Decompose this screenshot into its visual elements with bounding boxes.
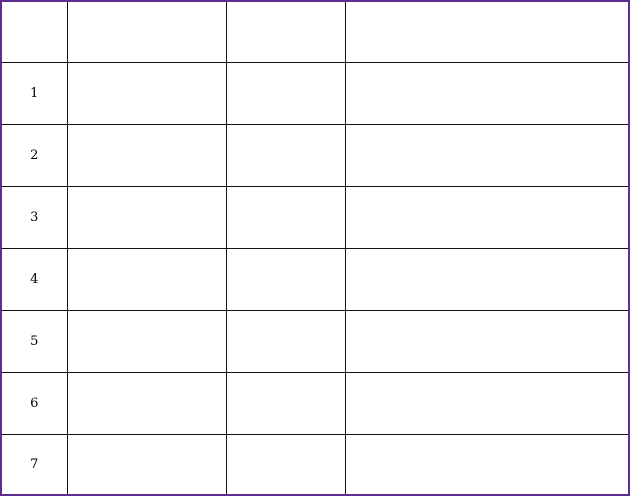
row-status xyxy=(225,434,346,494)
row-status xyxy=(225,248,346,311)
checklist-table: 1 2 3 4 5 6 7 xyxy=(2,2,628,494)
table-row: 4 xyxy=(2,248,628,311)
row-remark xyxy=(344,186,628,249)
row-remark xyxy=(344,372,628,435)
row-remark xyxy=(344,62,628,125)
row-item-name xyxy=(66,310,227,373)
row-remark xyxy=(344,310,628,373)
table-row: 1 xyxy=(2,62,628,125)
header-no xyxy=(2,2,68,63)
row-remark xyxy=(344,434,628,494)
row-number: 7 xyxy=(2,434,68,494)
table-row: 6 xyxy=(2,372,628,435)
row-remark xyxy=(344,124,628,187)
row-status xyxy=(225,186,346,249)
table-row: 2 xyxy=(2,124,628,187)
row-status xyxy=(225,124,346,187)
row-number: 6 xyxy=(2,372,68,435)
table-row: 7 xyxy=(2,434,628,494)
row-status xyxy=(225,372,346,435)
header-name xyxy=(66,2,227,63)
row-status xyxy=(225,310,346,373)
row-number: 1 xyxy=(2,62,68,125)
table-header-row xyxy=(2,2,628,63)
row-status xyxy=(225,62,346,125)
row-item-name xyxy=(66,372,227,435)
row-item-name xyxy=(66,124,227,187)
row-number: 2 xyxy=(2,124,68,187)
row-number: 5 xyxy=(2,310,68,373)
header-remark xyxy=(344,2,628,63)
row-item-name xyxy=(66,248,227,311)
row-item-name xyxy=(66,186,227,249)
row-number: 3 xyxy=(2,186,68,249)
row-item-name xyxy=(66,62,227,125)
header-status xyxy=(225,2,346,63)
row-number: 4 xyxy=(2,248,68,311)
table-row: 3 xyxy=(2,186,628,249)
table-row: 5 xyxy=(2,310,628,373)
row-remark xyxy=(344,248,628,311)
document-page: 1 2 3 4 5 6 7 xyxy=(0,0,630,496)
row-item-name xyxy=(66,434,227,494)
